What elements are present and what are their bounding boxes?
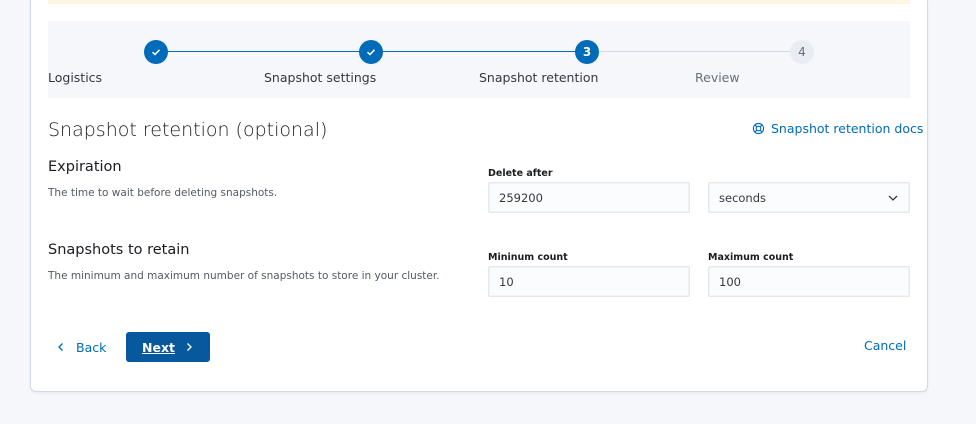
check-icon [366, 49, 376, 56]
max-count-input[interactable] [719, 274, 899, 289]
step-label-logistics: Logistics [48, 70, 103, 85]
cancel-button[interactable]: Cancel [864, 338, 906, 353]
expiration-unit-select[interactable]: seconds [708, 182, 910, 213]
delete-after-label: Delete after [488, 168, 553, 179]
check-icon [151, 49, 161, 56]
back-button[interactable]: Back [56, 337, 106, 357]
min-count-field[interactable] [488, 266, 690, 297]
step-connector [371, 51, 587, 52]
min-count-label: Mininum count [488, 252, 568, 263]
delete-after-field[interactable] [488, 182, 690, 213]
step-3-current[interactable]: 3 [575, 40, 599, 64]
lifebuoy-icon [752, 122, 765, 135]
step-2-complete[interactable] [359, 40, 383, 64]
step-connector [587, 51, 802, 52]
retain-title: Snapshots to retain [48, 242, 190, 258]
step-label-snapshot-retention: Snapshot retention [479, 70, 599, 85]
next-button-label: Next [142, 339, 175, 355]
steps-bar: Logistics Snapshot settings 3 Snapshot r… [48, 21, 910, 98]
retain-description: The minimum and maximum number of snapsh… [48, 270, 440, 282]
chevron-left-icon [58, 343, 63, 351]
expiration-title: Expiration [48, 159, 122, 175]
callout-strip [48, 0, 910, 4]
step-label-snapshot-settings: Snapshot settings [264, 70, 377, 85]
step-connector [156, 51, 371, 52]
page-title: Snapshot retention (optional) [48, 119, 328, 141]
chevron-right-icon [187, 343, 192, 351]
expiration-description: The time to wait before deleting snapsho… [48, 187, 278, 199]
expiration-unit-value: seconds [719, 190, 767, 205]
back-button-label: Back [76, 339, 107, 355]
retention-docs-link[interactable]: Snapshot retention docs [752, 121, 923, 136]
step-1-complete[interactable] [144, 40, 168, 64]
chevron-down-icon [888, 195, 898, 201]
max-count-label: Maximum count [708, 252, 794, 263]
next-button[interactable]: Next [126, 332, 210, 362]
delete-after-input[interactable] [499, 190, 679, 205]
min-count-input[interactable] [499, 274, 679, 289]
docs-link-label: Snapshot retention docs [771, 121, 924, 136]
step-4-incomplete[interactable]: 4 [790, 40, 814, 64]
step-label-review: Review [695, 70, 740, 85]
max-count-field[interactable] [708, 266, 910, 297]
